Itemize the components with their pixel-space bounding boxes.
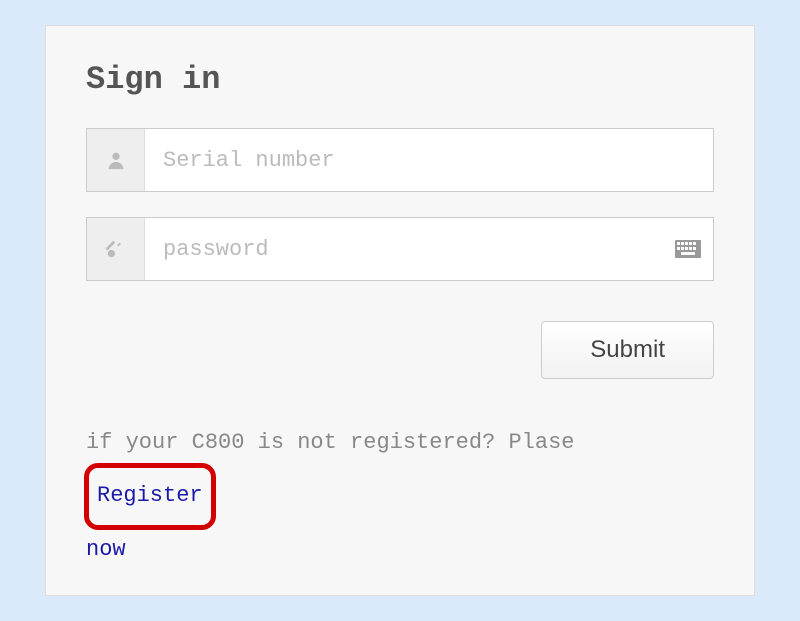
register-prefix: if your C800 is not registered? Plase <box>86 430 574 455</box>
register-word1: Register <box>84 463 216 529</box>
page-title: Sign in <box>86 61 714 98</box>
submit-row: Submit <box>86 321 714 379</box>
keyboard-icon[interactable] <box>663 218 713 280</box>
register-word2: now <box>86 537 126 562</box>
submit-button[interactable]: Submit <box>541 321 714 379</box>
user-icon <box>87 129 145 191</box>
password-input-row <box>86 217 714 281</box>
password-input[interactable] <box>145 218 663 280</box>
register-link[interactable]: Registernow <box>86 483 214 561</box>
serial-input-row <box>86 128 714 192</box>
serial-input[interactable] <box>145 129 713 191</box>
register-prompt: if your C800 is not registered? Plase Re… <box>86 419 714 574</box>
key-icon <box>87 218 145 280</box>
signin-panel: Sign in <box>45 25 755 596</box>
